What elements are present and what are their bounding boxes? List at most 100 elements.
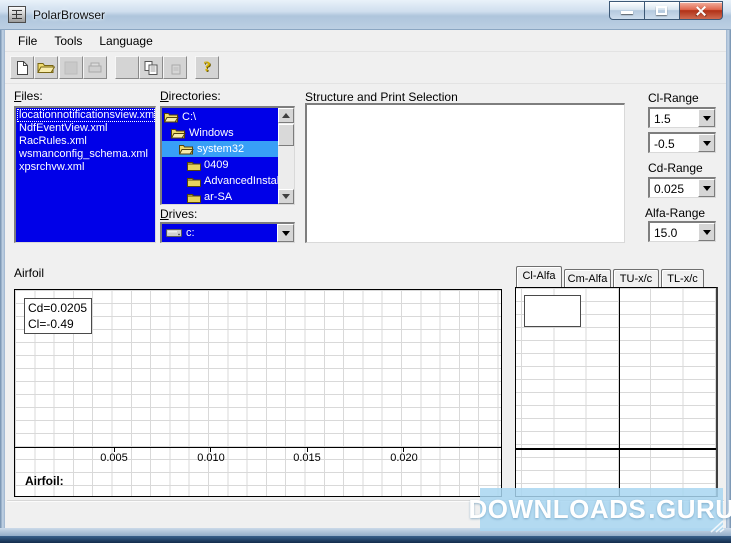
- airfoil-polar-chart: Cd=0.0205 Cl=-0.49 0.005 0.010 0.015 0.0…: [14, 289, 502, 497]
- file-item[interactable]: NdfEventView.xml: [17, 122, 155, 135]
- cd-range-combobox[interactable]: 0.025: [648, 177, 716, 198]
- menu-tools[interactable]: Tools: [46, 31, 90, 51]
- close-button[interactable]: [679, 1, 723, 20]
- files-label: Files:: [14, 89, 43, 103]
- menu-file[interactable]: File: [10, 31, 45, 51]
- cl-min-dropdown-button[interactable]: [698, 134, 715, 152]
- scroll-down-button[interactable]: [278, 189, 294, 204]
- watermark: DOWNLOADS .GURU: [468, 488, 731, 531]
- file-item[interactable]: RacRules.xml: [17, 135, 155, 148]
- new-file-button[interactable]: [10, 56, 34, 79]
- y-axis-line: [619, 288, 620, 496]
- caption-buttons: [609, 1, 723, 20]
- tab-cl-alfa[interactable]: Cl-Alfa: [516, 266, 562, 287]
- window-title: PolarBrowser: [33, 8, 106, 22]
- cl-min-value: -0.5: [654, 137, 675, 151]
- structure-listbox[interactable]: [305, 103, 625, 243]
- tab-cm-alfa[interactable]: Cm-Alfa: [564, 269, 611, 287]
- open-folder-icon: [37, 63, 55, 73]
- directory-item-selected[interactable]: system32: [162, 141, 278, 157]
- directory-item[interactable]: Windows: [162, 125, 278, 141]
- blank-button-disabled: [115, 56, 139, 79]
- annotation-cl: Cl=-0.49: [28, 317, 74, 331]
- client-area: File Tools Language ? Files: locationnot…: [5, 30, 726, 528]
- alfa-range-dropdown-button[interactable]: [698, 223, 715, 241]
- app-icon-glyph: [12, 10, 22, 19]
- scrollbar-thumb[interactable]: [278, 124, 294, 146]
- save-button-disabled: [59, 56, 83, 79]
- directory-rows: C:\ Windows system32 0409 AdvancedInstal…: [162, 109, 278, 204]
- annotation-cd: Cd=0.0205: [28, 301, 88, 315]
- alfa-range-value: 15.0: [654, 226, 678, 240]
- window-frame-bottom-band: [0, 536, 731, 543]
- maximize-button[interactable]: [644, 1, 680, 20]
- directory-name: ar-SA: [204, 191, 233, 203]
- titlebar[interactable]: PolarBrowser: [0, 0, 731, 30]
- scroll-up-button[interactable]: [278, 108, 294, 123]
- x-axis-line: [15, 447, 501, 448]
- cl-alfa-chart: [515, 287, 718, 497]
- closed-folder-icon: [187, 161, 201, 171]
- directories-scrollbar[interactable]: [278, 108, 294, 204]
- cl-min-combobox[interactable]: -0.5: [648, 132, 716, 153]
- directory-name: AdvancedInstaller: [204, 175, 278, 187]
- chart-legend-box: [524, 295, 581, 327]
- cd-range-value: 0.025: [654, 182, 685, 196]
- dropdown-arrow-icon: [702, 140, 711, 146]
- x-tick-label: 0.015: [293, 452, 321, 464]
- directory-item[interactable]: ar-SA: [162, 189, 278, 204]
- copy-icon: [144, 60, 158, 75]
- cl-max-combobox[interactable]: 1.5: [648, 107, 716, 128]
- save-icon: [64, 61, 78, 74]
- drives-combobox[interactable]: c:: [160, 222, 295, 243]
- cl-range-label: Cl-Range: [648, 91, 699, 105]
- directories-listbox[interactable]: C:\ Windows system32 0409 AdvancedInstal…: [160, 106, 295, 205]
- alfa-range-combobox[interactable]: 15.0: [648, 221, 716, 242]
- help-icon: ?: [203, 59, 211, 75]
- cd-range-label: Cd-Range: [648, 161, 703, 175]
- dropdown-arrow-icon: [702, 185, 711, 191]
- x-tick-label: 0.010: [197, 452, 225, 464]
- paste-button-disabled: [163, 56, 187, 79]
- file-item[interactable]: xpsrchvw.xml: [17, 161, 155, 174]
- open-folder-icon: [164, 112, 179, 122]
- maximize-icon: [656, 5, 667, 15]
- cd-range-dropdown-button[interactable]: [698, 179, 715, 197]
- dropdown-arrow-icon: [702, 115, 711, 121]
- print-icon: [88, 62, 102, 72]
- new-file-icon: [16, 60, 28, 75]
- x-tick-label: 0.020: [390, 452, 418, 464]
- print-button-disabled: [83, 56, 107, 79]
- directory-item[interactable]: AdvancedInstaller: [162, 173, 278, 189]
- open-folder-icon: [179, 144, 194, 154]
- resize-grip[interactable]: [709, 519, 725, 533]
- cl-max-dropdown-button[interactable]: [698, 109, 715, 127]
- airfoil-label: Airfoil: [14, 266, 45, 280]
- alfa-range-label: Alfa-Range: [645, 206, 706, 220]
- open-file-button[interactable]: [34, 56, 58, 79]
- directory-item[interactable]: C:\: [162, 109, 278, 125]
- directory-name: 0409: [204, 159, 229, 171]
- help-button[interactable]: ?: [195, 56, 219, 79]
- polarbrowser-window: PolarBrowser File Tools Language ? Files…: [0, 0, 731, 543]
- file-item[interactable]: wsmanconfig_schema.xml: [17, 148, 155, 161]
- drives-dropdown-button[interactable]: [277, 224, 294, 242]
- closed-folder-icon: [187, 177, 201, 187]
- dropdown-arrow-icon: [702, 229, 711, 235]
- directory-name: Windows: [189, 127, 234, 139]
- minimize-button[interactable]: [609, 1, 645, 20]
- files-listbox[interactable]: locationnotificationsview.xml NdfEventVi…: [14, 106, 156, 243]
- directory-item[interactable]: 0409: [162, 157, 278, 173]
- drive-icon: [166, 229, 182, 237]
- drive-value: c:: [186, 227, 195, 239]
- copy-button[interactable]: [139, 56, 163, 79]
- file-item[interactable]: locationnotificationsview.xml: [17, 109, 155, 122]
- drives-label: Drives:: [160, 207, 198, 221]
- menu-language[interactable]: Language: [91, 31, 160, 51]
- tab-tl-xc[interactable]: TL-x/c: [661, 269, 704, 287]
- app-icon: [8, 6, 26, 23]
- menubar: File Tools Language: [5, 30, 726, 52]
- tab-tu-xc[interactable]: TU-x/c: [613, 269, 659, 287]
- chart-annotation: Cd=0.0205 Cl=-0.49: [24, 298, 92, 334]
- closed-folder-icon: [187, 193, 201, 203]
